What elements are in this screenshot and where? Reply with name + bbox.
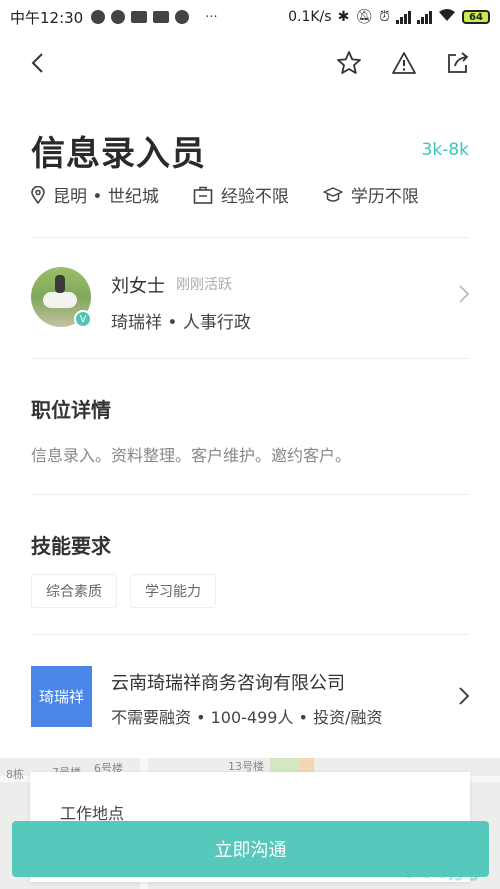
top-nav — [0, 40, 500, 86]
mute-icon: 🔕︎ — [355, 9, 374, 25]
warning-icon — [392, 52, 416, 74]
alarm-icon: ⏰︎ — [379, 9, 390, 25]
divider — [31, 494, 469, 495]
share-button[interactable] — [443, 48, 473, 78]
share-icon — [448, 52, 469, 73]
more-notifications: ··· — [205, 9, 218, 25]
job-location: 昆明 • 世纪城 — [31, 182, 159, 207]
job-experience-text: 经验不限 — [220, 187, 289, 207]
message-icon — [131, 11, 148, 23]
job-education-text: 学历不限 — [350, 187, 419, 207]
map-label: 8栋 — [6, 768, 24, 781]
skill-tags: 综合素质 学习能力 — [31, 574, 216, 608]
star-icon — [337, 51, 361, 74]
briefcase-icon — [193, 186, 213, 204]
alipay-icon — [153, 11, 170, 23]
divider — [31, 358, 469, 359]
salary-range: 3k-8k — [421, 140, 469, 160]
favorite-button[interactable] — [334, 48, 364, 78]
watermark: PP助手 — [404, 856, 488, 884]
company-name: 云南琦瑞祥商务咨询有限公司 — [111, 673, 345, 694]
back-arrow-icon — [31, 53, 43, 73]
status-time: 中午12:30 — [10, 8, 84, 27]
network-speed: 0.1K/s — [288, 9, 332, 25]
chevron-right-icon — [459, 687, 470, 705]
chevron-right-icon — [459, 285, 470, 303]
divider — [31, 634, 469, 635]
location-pin-icon — [31, 185, 45, 204]
cloud-icon — [175, 10, 190, 24]
job-experience: 经验不限 — [193, 182, 289, 207]
job-details-title: 职位详情 — [31, 398, 111, 422]
wifi-icon — [438, 8, 456, 26]
divider — [31, 237, 469, 238]
battery-icon: 64 — [462, 10, 490, 24]
status-bar: 中午12:30 ··· 0.1K/s ✱ 🔕︎ ⏰︎ 64 — [0, 0, 500, 34]
wechat-icon — [111, 10, 126, 24]
skill-tag: 学习能力 — [130, 574, 216, 608]
job-education: 学历不限 — [323, 182, 419, 207]
job-title: 信息录入员 — [31, 134, 206, 174]
skill-tag: 综合素质 — [31, 574, 117, 608]
company-info: 不需要融资 • 100-499人 • 投资/融资 — [111, 708, 383, 727]
globe-icon — [91, 10, 106, 24]
skills-title: 技能要求 — [31, 534, 111, 558]
signal-icon-2 — [417, 10, 432, 24]
bluetooth-icon: ✱ — [337, 9, 350, 25]
verified-badge: V — [74, 310, 92, 328]
back-button[interactable] — [22, 48, 52, 78]
recruiter-active-status: 刚刚活跃 — [176, 277, 232, 293]
notification-icons: ··· — [91, 9, 218, 25]
recruiter-company-role: 琦瑞祥 • 人事行政 — [111, 313, 251, 333]
job-description: 信息录入。资料整理。客户维护。邀约客户。 — [31, 446, 352, 465]
graduation-cap-icon — [323, 186, 343, 202]
company-logo: 琦瑞祥 — [31, 666, 92, 727]
recruiter-name: 刘女士 — [111, 276, 165, 297]
signal-icon-1 — [396, 10, 411, 24]
report-button[interactable] — [389, 48, 419, 78]
job-location-text: 昆明 • 世纪城 — [53, 187, 159, 207]
job-meta: 昆明 • 世纪城 经验不限 学历不限 — [31, 182, 419, 207]
